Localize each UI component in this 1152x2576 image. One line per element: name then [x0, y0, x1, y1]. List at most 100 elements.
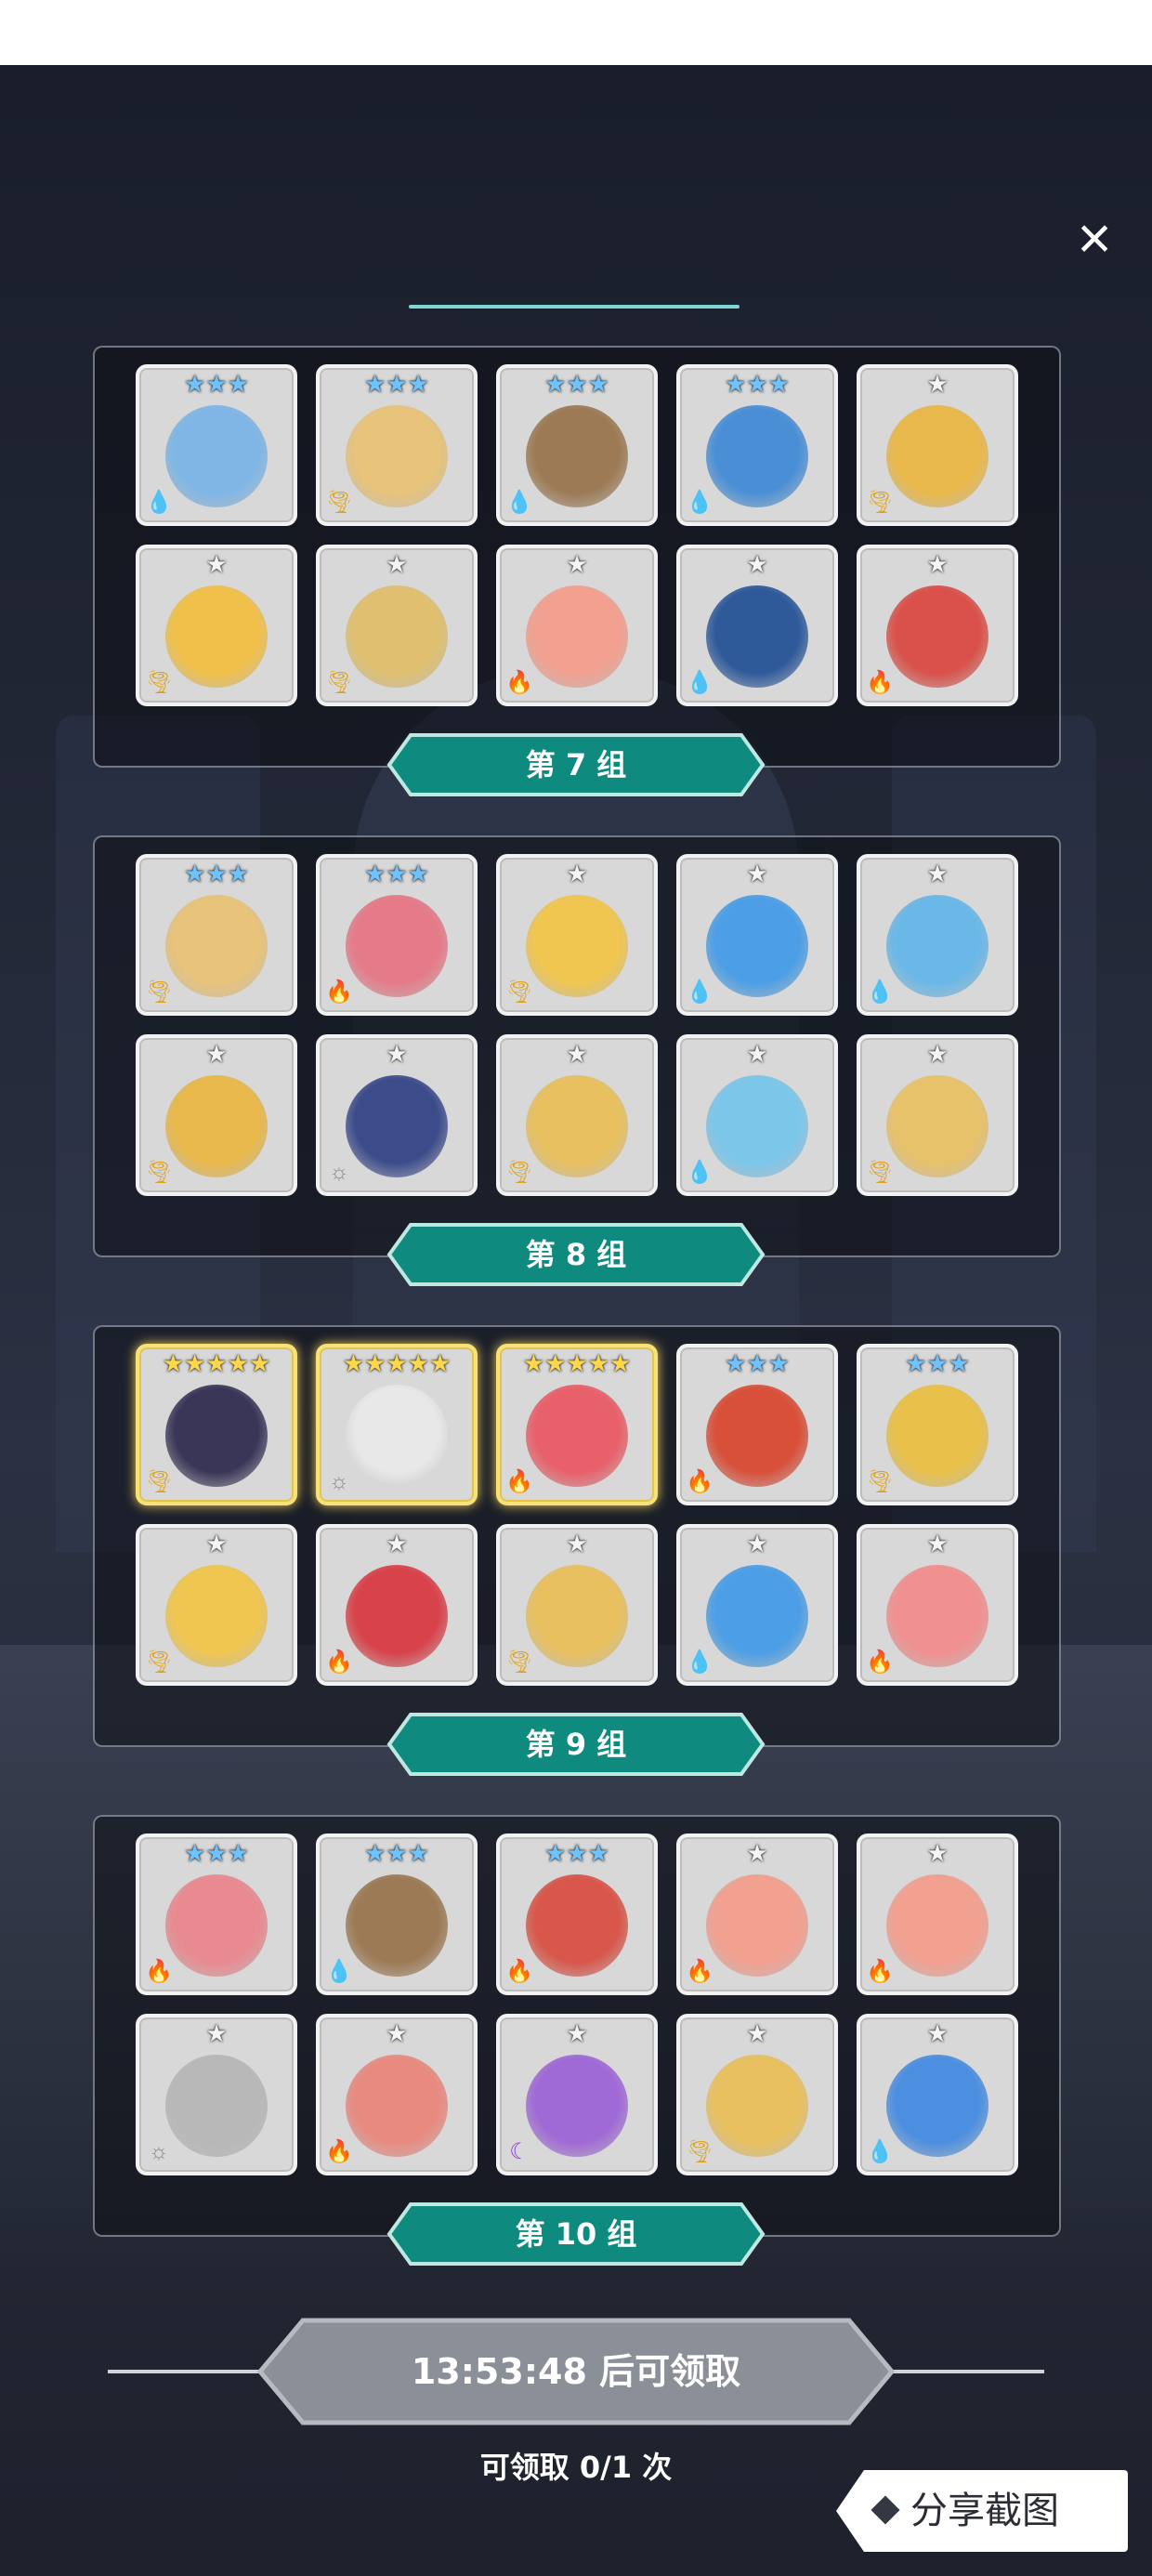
hero-card[interactable]: ★ 💧 — [857, 2014, 1018, 2175]
hero-card[interactable]: ★★★ 🔥 — [316, 854, 478, 1016]
group-label-text: 第 8 组 — [525, 1237, 627, 1272]
star-rating-icon: ★ — [566, 550, 588, 578]
water-element-icon: 💧 — [145, 490, 173, 515]
hero-card[interactable]: ★ 🌪 — [857, 364, 1018, 526]
claim-button[interactable]: 13:53:48 后可领取 — [256, 2317, 896, 2426]
group-9-panel: ★★★★★ 🌪 ★★★★★ ☼ ★★★★★ 🔥 ★★★ 🔥 ★★★ 🌪 ★ 🌪 ★ 🔥 ★ 🌪 ★ 💧 ★ 🔥 — [93, 1325, 1061, 1747]
hero-card[interactable]: ★ 🌪 — [496, 1034, 658, 1196]
fire-element-icon: 🔥 — [325, 1649, 353, 1675]
hero-portrait — [165, 1874, 268, 1977]
group-label-text: 第 9 组 — [525, 1727, 627, 1762]
star-rating-icon: ★ — [205, 1530, 228, 1557]
hero-card[interactable]: ★ 💧 — [857, 854, 1018, 1016]
hero-card[interactable]: ★ 🔥 — [496, 545, 658, 706]
hero-portrait — [346, 1385, 448, 1487]
hero-portrait — [706, 1385, 808, 1487]
star-rating-icon: ★★★ — [544, 1839, 609, 1867]
hero-portrait — [346, 2055, 448, 2157]
hero-card[interactable]: ★ ☾ — [496, 2014, 658, 2175]
hero-card[interactable]: ★ 🌪 — [496, 1524, 658, 1686]
hero-portrait — [706, 1874, 808, 1977]
hero-card[interactable]: ★ 💧 — [676, 1034, 838, 1196]
hero-card[interactable]: ★★★ 🔥 — [496, 1833, 658, 1995]
hero-card[interactable]: ★ 💧 — [676, 1524, 838, 1686]
hero-portrait — [706, 405, 808, 507]
hero-card[interactable]: ★ 🌪 — [136, 1524, 297, 1686]
hero-card[interactable]: ★★★ 🌪 — [316, 364, 478, 526]
hero-portrait — [706, 585, 808, 688]
hero-portrait — [165, 585, 268, 688]
hero-card[interactable]: ★★★ 💧 — [676, 364, 838, 526]
fire-element-icon: 🔥 — [505, 670, 533, 695]
hero-card[interactable]: ★ 🔥 — [676, 1833, 838, 1995]
hero-portrait — [346, 1565, 448, 1667]
hero-card[interactable]: ★★★ 💧 — [496, 364, 658, 526]
fire-element-icon: 🔥 — [325, 2139, 353, 2164]
star-rating-icon: ★ — [205, 2019, 228, 2047]
star-rating-icon: ★★★ — [184, 370, 249, 398]
group-7-label: 第 7 组 — [386, 732, 766, 797]
hero-card[interactable]: ★ 🌪 — [857, 1034, 1018, 1196]
star-rating-icon: ★ — [566, 2019, 588, 2047]
hero-card[interactable]: ★ 🌪 — [136, 545, 297, 706]
star-rating-icon: ★ — [746, 1040, 768, 1068]
hero-card[interactable]: ★★★ 🌪 — [136, 854, 297, 1016]
share-screenshot-button[interactable]: 分享截图 — [836, 2470, 1128, 2552]
status-bar — [0, 0, 1152, 65]
star-rating-icon: ★ — [566, 1040, 588, 1068]
star-rating-icon: ★ — [386, 1530, 408, 1557]
star-rating-icon: ★★★★★ — [342, 1349, 452, 1377]
hero-card[interactable]: ★ 🔥 — [857, 1524, 1018, 1686]
hero-portrait — [886, 405, 988, 507]
hero-card[interactable]: ★ 🌪 — [496, 854, 658, 1016]
hero-card[interactable]: ★★★ 🌪 — [857, 1344, 1018, 1505]
hero-card[interactable]: ★ 🌪 — [316, 545, 478, 706]
star-rating-icon: ★★★ — [364, 370, 429, 398]
claim-divider-left — [108, 2370, 275, 2373]
hero-portrait — [886, 1565, 988, 1667]
hero-card[interactable]: ★ 🔥 — [316, 2014, 478, 2175]
wind-element-icon: 🌪 — [325, 490, 354, 515]
close-icon[interactable]: × — [1068, 208, 1120, 268]
water-element-icon: 💧 — [686, 1649, 713, 1675]
water-element-icon: 💧 — [866, 979, 894, 1005]
hero-card[interactable]: ★ 💧 — [676, 854, 838, 1016]
star-rating-icon: ★ — [926, 1040, 949, 1068]
hero-card[interactable]: ★★★★★ 🔥 — [496, 1344, 658, 1505]
hero-card[interactable]: ★★★ 💧 — [136, 364, 297, 526]
hero-card[interactable]: ★★★★★ 🌪 — [136, 1344, 297, 1505]
hero-card[interactable]: ★ ☼ — [136, 2014, 297, 2175]
light-element-icon: ☼ — [329, 1469, 349, 1494]
hero-card[interactable]: ★ ☼ — [316, 1034, 478, 1196]
star-rating-icon: ★ — [926, 370, 949, 398]
hero-portrait — [526, 1565, 628, 1667]
star-rating-icon: ★★★ — [364, 860, 429, 887]
star-rating-icon: ★ — [386, 1040, 408, 1068]
hero-portrait — [526, 1385, 628, 1487]
hero-card[interactable]: ★ 🔥 — [857, 1833, 1018, 1995]
hero-card[interactable]: ★★★ 🔥 — [676, 1344, 838, 1505]
share-button-label: 分享截图 — [910, 2490, 1059, 2532]
hero-card[interactable]: ★ 🔥 — [857, 545, 1018, 706]
hero-portrait — [165, 1565, 268, 1667]
fire-element-icon: 🔥 — [505, 1469, 533, 1494]
hero-card[interactable]: ★★★ 💧 — [316, 1833, 478, 1995]
hero-card[interactable]: ★ 🔥 — [316, 1524, 478, 1686]
water-element-icon: 💧 — [505, 490, 533, 515]
wind-element-icon: 🌪 — [145, 1469, 174, 1494]
wind-element-icon: 🌪 — [866, 1469, 895, 1494]
hero-portrait — [886, 585, 988, 688]
star-rating-icon: ★ — [386, 2019, 408, 2047]
hero-card[interactable]: ★★★ 🔥 — [136, 1833, 297, 1995]
hero-card[interactable]: ★ 💧 — [676, 545, 838, 706]
hero-card[interactable]: ★ 🌪 — [676, 2014, 838, 2175]
hero-card[interactable]: ★★★★★ ☼ — [316, 1344, 478, 1505]
hero-portrait — [346, 405, 448, 507]
hero-card[interactable]: ★ 🌪 — [136, 1034, 297, 1196]
fire-element-icon: 🔥 — [686, 1469, 713, 1494]
wind-element-icon: 🌪 — [145, 979, 174, 1005]
hero-portrait — [346, 1075, 448, 1177]
hero-portrait — [886, 1075, 988, 1177]
light-element-icon: ☼ — [329, 1160, 349, 1185]
hero-portrait — [526, 895, 628, 997]
